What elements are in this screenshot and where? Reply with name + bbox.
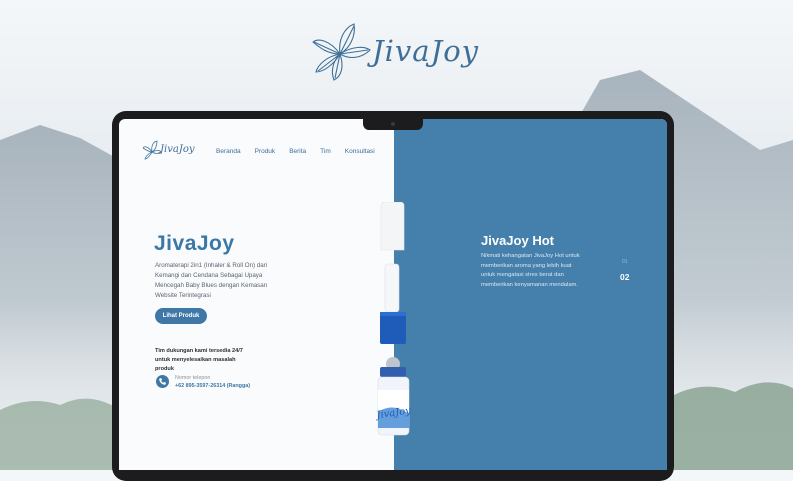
product-bottle-image: JivaJoy (376, 202, 412, 436)
phone-number[interactable]: +62 895-3597-26314 (Rangga) (175, 383, 250, 389)
support-text: Tim dukungan kami tersedia 24/7 untuk me… (155, 348, 243, 372)
slide-description: Nikmati kehangatan JivaJoy Hot untuk mem… (481, 253, 580, 288)
leaf-icon (312, 23, 371, 81)
camera-dot (391, 122, 395, 126)
site-logo-text: JivaJoy (160, 144, 195, 155)
leaf-icon (143, 140, 161, 160)
phone-icon[interactable] (156, 375, 169, 388)
site-logo[interactable]: JivaJoy (143, 139, 195, 163)
phone-glyph (159, 378, 166, 385)
nav-item-berita[interactable]: Berita (289, 148, 306, 155)
nav-item-beranda[interactable]: Beranda (216, 148, 241, 155)
view-products-button[interactable]: Lihat Produk (155, 308, 207, 324)
main-nav: Beranda Produk Berita Tim Konsultasi (216, 148, 389, 155)
hero-description: Aromaterapi 2in1 (Inhaler & Roll On) dar… (155, 262, 268, 299)
nav-item-tim[interactable]: Tim (320, 148, 331, 155)
slide-pager-current[interactable]: 02 (620, 272, 629, 282)
website-screen: JivaJoy Beranda Produk Berita Tim Konsul… (119, 119, 667, 470)
nav-item-konsultasi[interactable]: Konsultasi (345, 148, 375, 155)
slide-title: JivaJoy Hot (481, 233, 554, 248)
nav-item-produk[interactable]: Produk (255, 148, 276, 155)
brand-title: JivaJoy (372, 34, 480, 68)
hero-title: JivaJoy (154, 232, 235, 255)
slide-pager-prev[interactable]: 01 (622, 259, 628, 265)
top-brand-logo: JivaJoy (310, 22, 485, 84)
hero-blue-panel (394, 119, 667, 470)
phone-label: Nomor telepon (175, 375, 211, 381)
laptop-notch (363, 119, 423, 130)
